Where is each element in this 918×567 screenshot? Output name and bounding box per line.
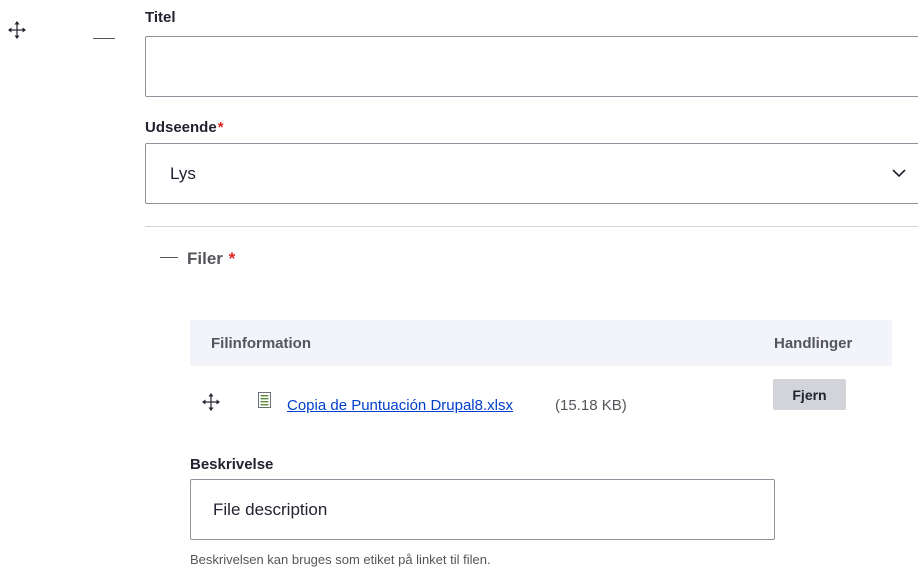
- file-link[interactable]: Copia de Puntuación Drupal8.xlsx: [287, 397, 513, 414]
- files-summary-label: Filer: [187, 249, 223, 268]
- appearance-select[interactable]: Lys: [145, 143, 918, 204]
- title-label: Titel: [145, 9, 176, 26]
- file-size: (15.18 KB): [555, 397, 627, 414]
- appearance-selected-value: Lys: [170, 164, 196, 183]
- required-marker: *: [228, 249, 236, 268]
- column-header-actions: Handlinger: [774, 335, 853, 352]
- files-details-toggle[interactable]: Filer *: [160, 249, 235, 269]
- files-table-header: Filinformation Handlinger: [190, 320, 892, 366]
- appearance-label: Udseende*: [145, 119, 224, 136]
- column-header-file-info: Filinformation: [211, 335, 311, 352]
- collapse-dash-icon: [160, 257, 178, 259]
- row-drag-handle-icon[interactable]: [7, 20, 27, 40]
- title-input[interactable]: [145, 36, 918, 97]
- section-divider: [145, 226, 918, 227]
- description-help-text: Beskrivelsen kan bruges som etiket på li…: [190, 552, 491, 567]
- remove-file-button[interactable]: Fjern: [773, 379, 846, 410]
- description-label: Beskrivelse: [190, 456, 274, 473]
- chevron-down-icon: [892, 169, 906, 178]
- spreadsheet-file-icon: [258, 392, 271, 408]
- file-row-drag-handle-icon[interactable]: [201, 392, 221, 412]
- description-input[interactable]: [190, 479, 775, 540]
- required-marker: *: [217, 119, 224, 136]
- collapse-toggle[interactable]: [93, 38, 115, 39]
